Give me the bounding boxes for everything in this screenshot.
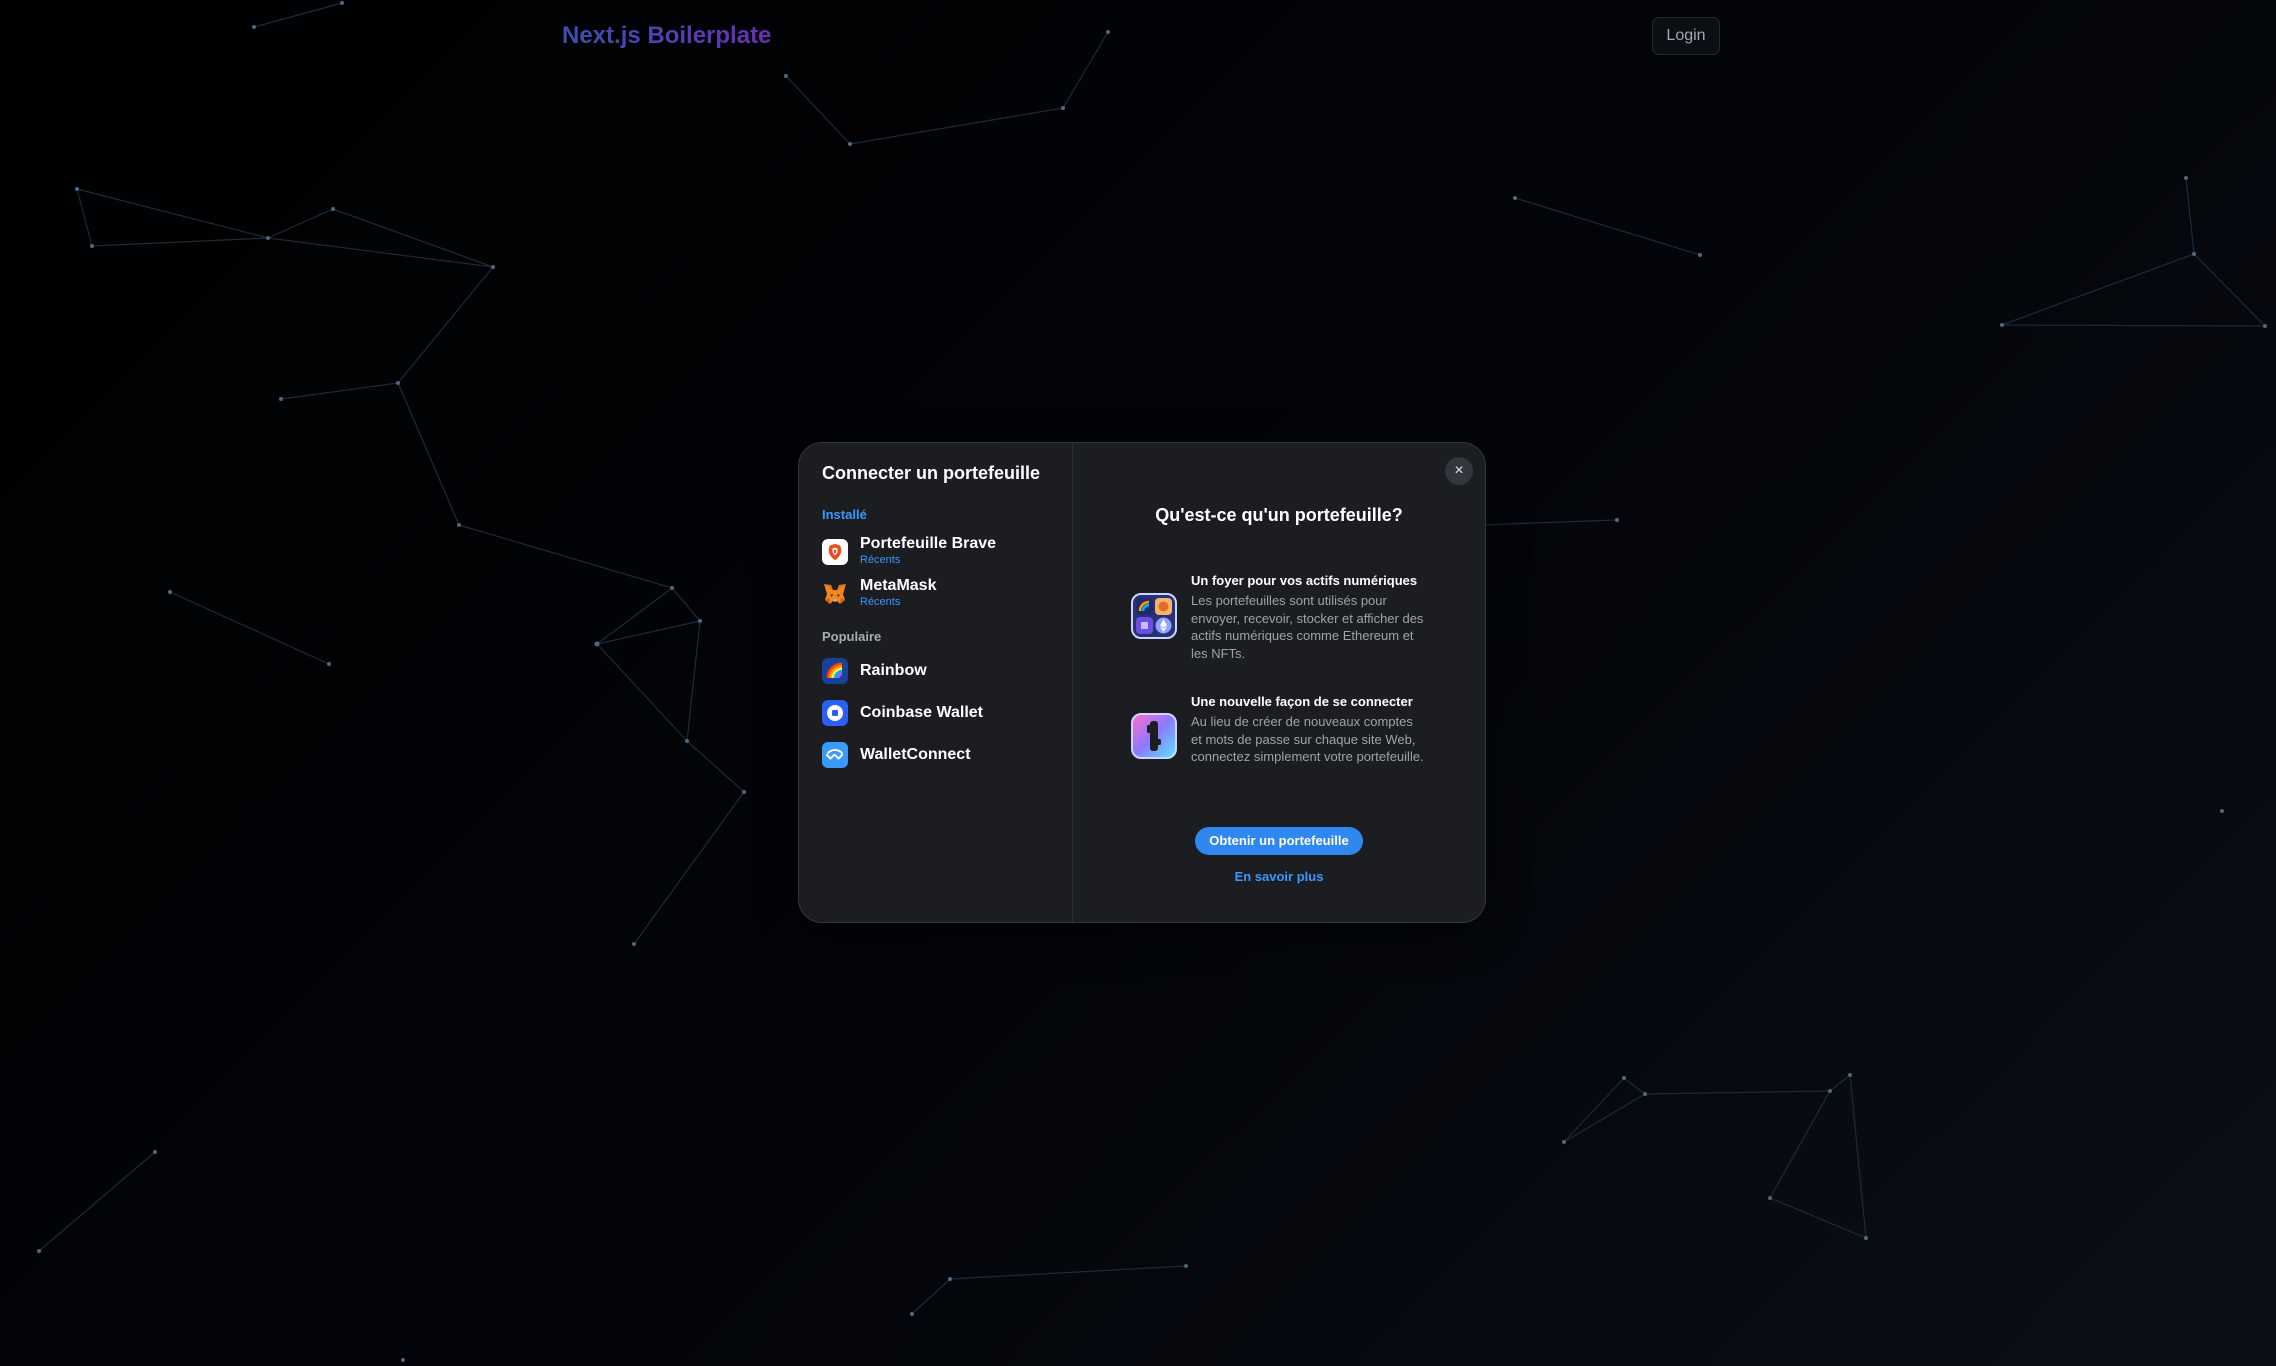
get-wallet-button[interactable]: Obtenir un portefeuille (1195, 827, 1363, 855)
connect-wallet-modal: Connecter un portefeuille Installé Porte… (798, 442, 1486, 923)
coinbase-icon (822, 700, 848, 726)
installed-group-label: Installé (822, 507, 867, 522)
wallet-name: Coinbase Wallet (860, 704, 983, 721)
wallet-option-metamask[interactable]: MetaMask Récents (813, 575, 1059, 613)
feature-description: Au lieu de créer de nouveaux comptes et … (1191, 714, 1424, 764)
popular-group-label: Populaire (822, 629, 882, 644)
wallet-option-rainbow[interactable]: Rainbow (813, 652, 1059, 690)
assets-grid-icon (1131, 593, 1177, 639)
wallet-recent-badge: Récents (860, 554, 901, 566)
wallet-name: MetaMask (860, 577, 937, 594)
wallet-recent-badge: Récents (860, 596, 901, 608)
rainbow-icon (822, 658, 848, 684)
wallet-name: WalletConnect (860, 746, 971, 763)
walletconnect-icon (822, 742, 848, 768)
top-navbar: Next.js Boilerplate Login (0, 0, 2276, 74)
metamask-icon (822, 581, 848, 607)
wallet-info-panel: × Qu'est-ce qu'un portefeuille? Un foyer… (1073, 443, 1485, 922)
learn-more-link[interactable]: En savoir plus (1073, 869, 1485, 884)
feature-title: Une nouvelle façon de se connecter (1191, 694, 1413, 709)
wallet-option-brave[interactable]: Portefeuille Brave Récents (813, 533, 1059, 571)
close-icon[interactable]: × (1445, 457, 1473, 485)
login-button[interactable]: Login (1652, 17, 1720, 55)
brand-logo-text[interactable]: Next.js Boilerplate (562, 22, 771, 50)
modal-title: Connecter un portefeuille (822, 463, 1041, 483)
key-login-icon (1131, 713, 1177, 759)
feature-description: Les portefeuilles sont utilisés pour env… (1191, 593, 1424, 661)
wallet-list-panel: Connecter un portefeuille Installé Porte… (799, 443, 1073, 922)
feature-title: Un foyer pour vos actifs numériques (1191, 573, 1418, 588)
wallet-name: Rainbow (860, 662, 927, 679)
info-title: Qu'est-ce qu'un portefeuille? (1155, 505, 1403, 525)
wallet-option-coinbase[interactable]: Coinbase Wallet (813, 694, 1059, 732)
wallet-option-walletconnect[interactable]: WalletConnect (813, 736, 1059, 774)
brave-icon (822, 539, 848, 565)
wallet-name: Portefeuille Brave (860, 535, 997, 552)
